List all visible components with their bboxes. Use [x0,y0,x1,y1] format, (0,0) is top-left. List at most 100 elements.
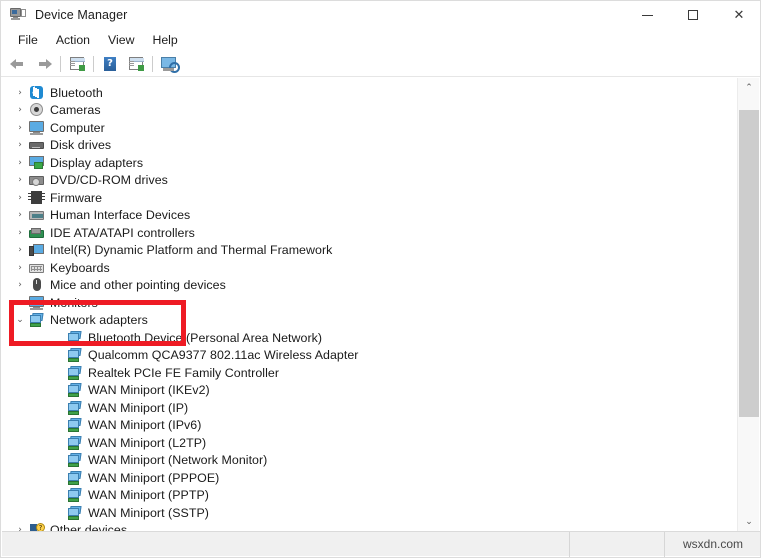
menu-action[interactable]: Action [47,31,99,49]
chevron-right-icon[interactable]: › [12,295,28,311]
tree-row-label: WAN Miniport (PPPOE) [88,470,220,485]
menu-help[interactable]: Help [143,31,186,49]
chevron-right-icon[interactable]: › [12,102,28,118]
chevron-right-icon[interactable]: › [12,137,28,153]
scan-hardware-button[interactable] [156,53,182,75]
status-cell-secondary [570,531,665,557]
menu-file[interactable]: File [9,31,47,49]
hid-icon [28,207,45,223]
chevron-right-icon[interactable]: › [12,277,28,293]
tree-row[interactable]: › ᛦ Bluetooth [2,84,738,102]
tree-row[interactable]: › Mice and other pointing devices [2,277,738,295]
chevron-right-icon[interactable]: › [12,225,28,241]
tree-row-label: Intel(R) Dynamic Platform and Thermal Fr… [50,243,333,258]
scrollbar-thumb[interactable] [739,110,759,417]
menu-view[interactable]: View [99,31,143,49]
network-adapter-icon [66,435,83,451]
chevron-right-icon[interactable]: › [12,207,28,223]
dvd-drive-icon [28,172,45,188]
tree-row[interactable]: › Monitors [2,294,738,312]
tree-row[interactable]: WAN Miniport (Network Monitor) [2,452,738,470]
tree-row[interactable]: WAN Miniport (IP) [2,399,738,417]
tree-row[interactable]: WAN Miniport (PPPOE) [2,469,738,487]
disk-drive-icon [28,137,45,153]
tree-row-label: WAN Miniport (IKEv2) [88,383,210,398]
properties-button[interactable] [64,53,90,75]
chevron-down-icon[interactable]: ⌄ [12,312,28,328]
monitor-icon [28,295,45,311]
tree-row[interactable]: › Cameras [2,102,738,120]
chevron-right-icon[interactable]: › [12,172,28,188]
tree-row[interactable]: WAN Miniport (IKEv2) [2,382,738,400]
tree-row[interactable]: WAN Miniport (IPv6) [2,417,738,435]
tree-row[interactable]: › Human Interface Devices [2,207,738,225]
mouse-icon [28,277,45,293]
network-adapter-icon [66,452,83,468]
chevron-right-icon[interactable]: › [12,155,28,171]
help-button[interactable]: ? [97,53,123,75]
bluetooth-icon: ᛦ [28,85,45,101]
tree-row[interactable]: ⌄ Network adapters [2,312,738,330]
menu-bar: File Action View Help [1,29,760,51]
network-adapter-icon [66,470,83,486]
properties-icon [68,56,86,72]
tree-row-label: Disk drives [50,138,112,153]
chevron-right-icon[interactable]: › [12,242,28,258]
tree-row[interactable]: › Firmware [2,189,738,207]
update-driver-icon [127,56,145,72]
tree-row-label: Keyboards [50,260,110,275]
network-adapter-icon [66,382,83,398]
network-adapter-icon [66,505,83,521]
vertical-scrollbar[interactable]: ⌃ ⌄ [737,78,759,532]
tree-row-label: Bluetooth [50,85,103,100]
tree-row[interactable]: › Computer [2,119,738,137]
back-button[interactable] [5,53,31,75]
device-tree-panel[interactable]: › ᛦ Bluetooth › Cameras › Computer › Disk drives… [2,78,738,532]
chevron-right-icon[interactable]: › [12,85,28,101]
tree-row[interactable]: Bluetooth Device (Personal Area Network) [2,329,738,347]
window-title: Device Manager [35,8,128,22]
tree-row-label: Mice and other pointing devices [50,278,226,293]
scroll-up-arrow-icon[interactable]: ⌃ [738,78,760,98]
network-adapter-icon [28,312,45,328]
arrow-left-icon [9,56,27,72]
tree-row-label: WAN Miniport (IPv6) [88,418,202,433]
chevron-right-icon[interactable]: › [12,190,28,206]
toolbar-separator [152,55,153,72]
minimize-button[interactable] [624,1,670,29]
status-bar: wsxdn.com [2,531,760,557]
device-manager-icon [9,6,27,24]
status-cell-primary [2,531,570,557]
chevron-right-icon[interactable]: › [12,260,28,276]
tree-row[interactable]: › Intel(R) Dynamic Platform and Thermal F… [2,242,738,260]
tree-row[interactable]: WAN Miniport (L2TP) [2,434,738,452]
scroll-down-arrow-icon[interactable]: ⌄ [738,512,760,532]
tree-row-label: Firmware [50,190,103,205]
tree-row[interactable]: › DVD/CD-ROM drives [2,172,738,190]
tree-row[interactable]: › IDE ATA/ATAPI controllers [2,224,738,242]
tree-row[interactable]: › Keyboards [2,259,738,277]
watermark: wsxdn.com [682,537,744,551]
update-driver-button[interactable] [123,53,149,75]
tree-row-label: Cameras [50,103,101,118]
tree-row[interactable]: › Disk drives [2,137,738,155]
tree-row[interactable]: Qualcomm QCA9377 802.11ac Wireless Adapt… [2,347,738,365]
maximize-button[interactable] [670,1,716,29]
chevron-right-icon[interactable]: › [12,120,28,136]
tree-row[interactable]: WAN Miniport (PPTP) [2,487,738,505]
tree-row[interactable]: WAN Miniport (SSTP) [2,504,738,522]
forward-button[interactable] [31,53,57,75]
tree-row-label: Display adapters [50,155,144,170]
network-adapter-icon [66,417,83,433]
close-button[interactable]: ✕ [716,1,760,29]
tree-row[interactable]: › Display adapters [2,154,738,172]
network-adapter-icon [66,330,83,346]
tree-row-label: DVD/CD-ROM drives [50,173,168,188]
tree-row[interactable]: Realtek PCIe FE Family Controller [2,364,738,382]
